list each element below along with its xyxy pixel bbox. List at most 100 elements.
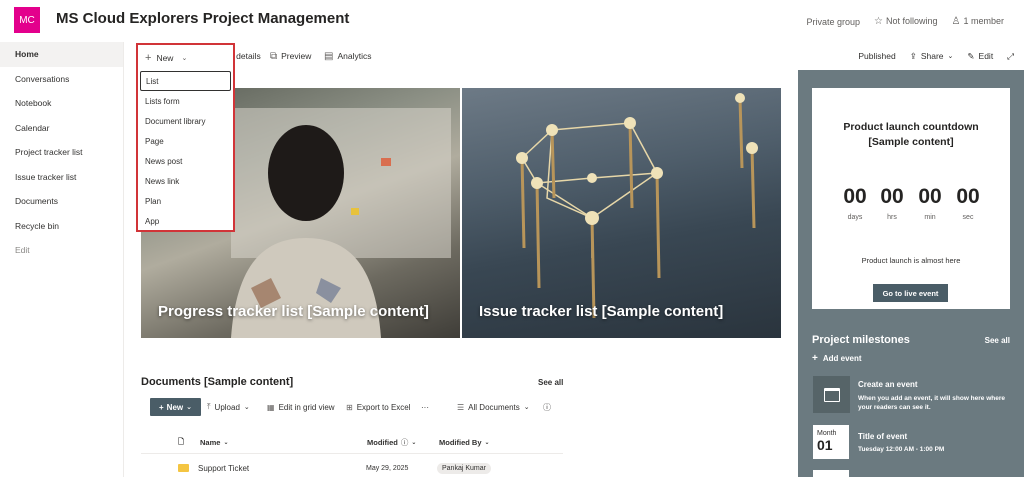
column-header-name[interactable]: Name ⌄ [200,432,228,453]
export-label: Export to Excel [356,402,411,412]
chevron-down-icon: ⌄ [484,440,490,446]
preview-button[interactable]: ⧉ Preview [270,42,311,70]
share-label: Share [920,51,944,61]
nav-item-project-tracker-list[interactable]: Project tracker list [0,140,123,165]
column-name-label: Name [200,438,221,447]
menu-item-plan[interactable]: Plan [138,191,233,211]
upload-icon: ⤒ [207,402,211,411]
edit-grid-view-button[interactable]: ▦ Edit in grid view [267,398,335,416]
hero-caption-issue: Issue tracker list [Sample content] [479,303,724,320]
hero-image-pins-network [516,93,758,319]
hero-tile-issue-tracker[interactable]: Issue tracker list [Sample content] [462,88,781,338]
view-label: All Documents [468,402,520,412]
preview-label: Preview [281,51,312,61]
header-actions: Private group ☆ Not following ♙ 1 member [806,16,1004,27]
site-header: MC MS Cloud Explorers Project Management… [0,0,1024,42]
event-time: Tuesday 12:00 AM - 1:00 PM [858,446,945,453]
chevron-down-icon: ⌄ [523,404,530,411]
countdown-note: Product launch is almost here [861,256,961,265]
expand-icon[interactable]: ⤢ [1007,51,1014,62]
info-icon: ⓘ [400,438,409,447]
row-modified-by[interactable]: Pankaj Kumar [437,458,491,477]
more-options-button[interactable]: ··· [421,398,429,416]
nav-item-conversations[interactable]: Conversations [0,67,123,92]
edit-label: Edit [978,51,994,61]
nav-item-issue-tracker-list[interactable]: Issue tracker list [0,165,123,190]
documents-see-all-link[interactable]: See all [538,378,563,387]
menu-item-news-post[interactable]: News post [138,151,233,171]
countdown-card: Product launch countdown [Sample content… [812,88,1010,309]
person-icon: ♙ [951,16,961,27]
right-panel: Product launch countdown [Sample content… [798,70,1024,477]
members-button[interactable]: ♙ 1 member [952,16,1004,27]
menu-item-news-link[interactable]: News link [138,171,233,191]
menu-item-document-library[interactable]: Document library [138,111,233,131]
row-modified: May 29, 2025 [366,464,409,472]
event-title[interactable]: Create an event [858,380,918,389]
export-excel-button[interactable]: ⊞ Export to Excel [346,398,411,416]
add-event-button[interactable]: + Add event [812,353,862,364]
calendar-icon [813,376,850,413]
menu-item-list[interactable]: List [140,71,231,91]
documents-new-label: New [166,402,184,412]
chevron-down-icon: ⌄ [223,440,229,446]
event-title[interactable]: Title of event [858,432,907,441]
chevron-down-icon: ⌄ [186,404,192,411]
preview-icon: ⧉ [270,50,278,62]
go-to-live-event-button[interactable]: Go to live event [873,284,948,302]
members-label: 1 member [963,16,1004,26]
plus-icon: + [145,52,152,64]
edit-grid-label: Edit in grid view [278,402,335,412]
nav-edit-link[interactable]: Edit [0,238,123,263]
nav-item-documents[interactable]: Documents [0,189,123,214]
left-navigation: Home Conversations Notebook Calendar Pro… [0,42,124,477]
follow-label: Not following [885,16,938,26]
nav-item-recycle-bin[interactable]: Recycle bin [0,214,123,239]
new-button[interactable]: + New ⌄ [138,45,233,71]
list-view-icon: ☰ [457,402,465,412]
event-day: 01 [817,437,833,453]
pencil-icon: ✎ [967,50,975,61]
upload-label: Upload [214,402,240,412]
documents-title[interactable]: Documents [Sample content] [141,376,293,388]
view-selector[interactable]: ☰ All Documents ⌄ [457,398,530,416]
column-modified-by-label: Modified By [439,438,482,447]
column-header-modified[interactable]: Modified ⓘ ⌄ [367,432,416,453]
row-name[interactable]: Support Ticket [198,458,249,477]
countdown-hours: 00 [880,185,904,208]
table-row[interactable]: Support Ticket May 29, 2025 Pankaj Kumar [141,458,563,477]
event-date-box: Month 01 [813,425,849,459]
person-pill[interactable]: Pankaj Kumar [437,462,491,474]
menu-item-page[interactable]: Page [138,131,233,151]
milestones-see-all-link[interactable]: See all [985,336,1010,345]
new-label: New [156,53,174,63]
site-title[interactable]: MS Cloud Explorers Project Management [56,10,349,27]
nav-item-notebook[interactable]: Notebook [0,91,123,116]
command-bar-right: Published ⇪ Share ⌄ ✎ Edit ⤢ [798,42,1024,70]
share-button[interactable]: ⇪ Share ⌄ [910,51,954,62]
analytics-button[interactable]: ▤ Analytics [324,42,371,70]
documents-header-row: 🗋 Name ⌄ Modified ⓘ ⌄ Modified By ⌄ [141,432,563,454]
edit-button[interactable]: ✎ Edit [967,51,993,62]
countdown-title-line1: Product launch countdown [843,121,979,133]
nav-item-home[interactable]: Home [0,42,123,67]
follow-button[interactable]: ☆ Not following [874,16,938,27]
plus-icon: + [159,402,164,412]
menu-item-app[interactable]: App [138,211,233,231]
documents-new-button[interactable]: + New ⌄ [150,398,201,416]
info-icon[interactable]: ⓘ [543,398,551,416]
site-logo[interactable]: MC [14,7,40,33]
chevron-down-icon: ⌄ [181,55,188,62]
menu-item-lists-form[interactable]: Lists form [138,91,233,111]
countdown-seconds: 00 [956,185,980,208]
countdown-hours-label: hrs [887,214,897,221]
upload-button[interactable]: ⤒ Upload ⌄ [207,398,250,416]
countdown-days-label: days [847,214,863,221]
folder-icon [178,458,189,477]
private-group-label: Private group [806,16,861,27]
share-icon: ⇪ [909,50,917,61]
published-status: Published [858,51,896,61]
column-header-modified-by[interactable]: Modified By ⌄ [439,432,490,453]
nav-item-calendar[interactable]: Calendar [0,116,123,141]
documents-toolbar: + New ⌄ ⤒ Upload ⌄ ▦ Edit in grid view ⊞ Exp… [141,398,563,416]
